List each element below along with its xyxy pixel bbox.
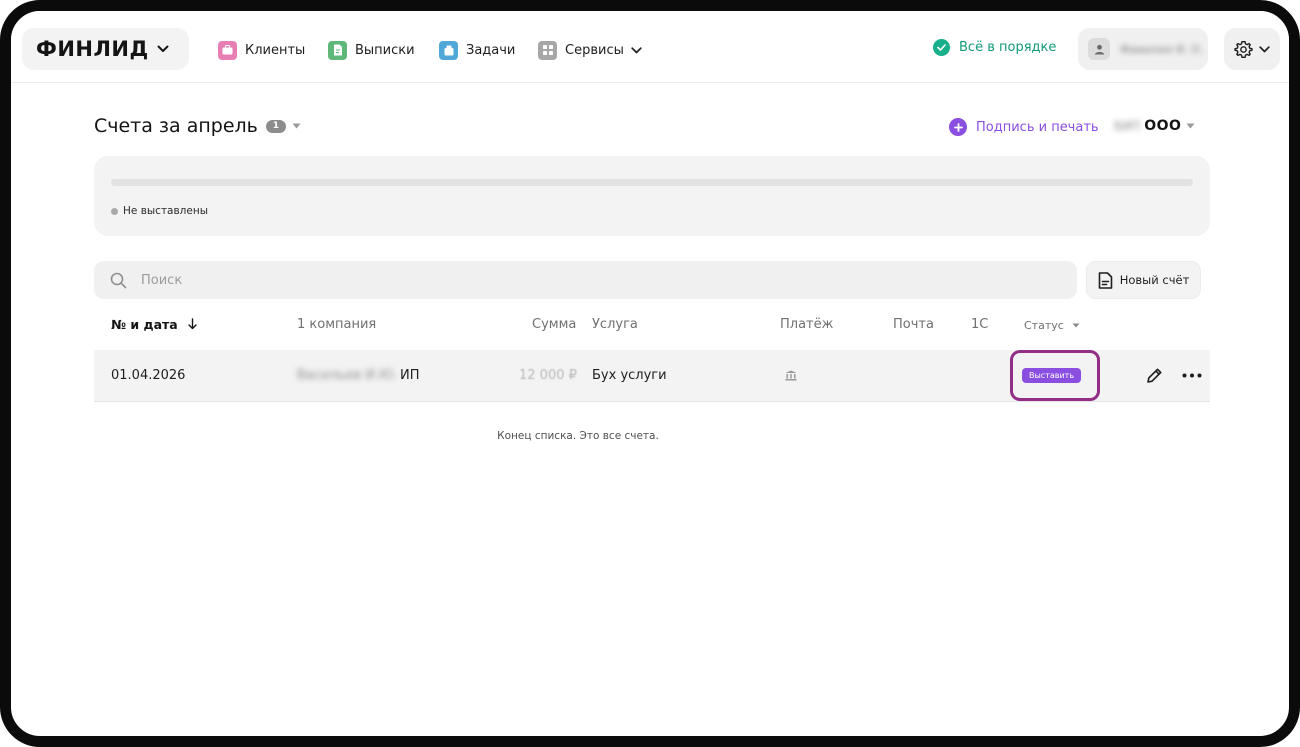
sign-and-stamp-button[interactable]: Подпись и печать	[949, 118, 1099, 136]
column-header-label: Статус	[1024, 319, 1064, 332]
new-invoice-label: Новый счёт	[1119, 273, 1190, 287]
tasks-icon	[439, 40, 458, 60]
user-menu[interactable]: Фамилия И. О.	[1078, 28, 1208, 70]
system-status-label: Всё в порядке	[959, 40, 1057, 55]
organization-name: ООО	[1144, 118, 1182, 134]
caret-down-icon	[1072, 323, 1080, 328]
column-header-company[interactable]: 1 компания	[297, 317, 376, 332]
top-navigation-bar: ФИНЛИД Клиенты Выписки Задачи Сервисы Вс…	[11, 11, 1289, 83]
column-header-service[interactable]: Услуга	[592, 317, 638, 332]
column-header-1c[interactable]: 1С	[971, 317, 988, 332]
document-icon	[328, 40, 347, 60]
arrow-down-icon	[188, 318, 197, 330]
nav-item-statements[interactable]: Выписки	[328, 39, 415, 61]
nav-item-services[interactable]: Сервисы	[538, 39, 642, 61]
sign-and-stamp-label: Подпись и печать	[976, 119, 1099, 135]
table-row[interactable]: 01.04.2026 Васильев И.Ю. ИП 12 000 ₽ Бух…	[94, 350, 1210, 402]
settings-menu[interactable]	[1224, 28, 1280, 70]
new-invoice-button[interactable]: Новый счёт	[1086, 261, 1201, 299]
caret-down-icon	[1186, 123, 1195, 129]
legend-dot	[111, 207, 118, 215]
pencil-icon[interactable]	[1146, 367, 1163, 384]
briefcase-icon	[218, 40, 237, 60]
nav-label: Выписки	[355, 42, 415, 58]
nav-label: Клиенты	[245, 42, 306, 58]
search-input[interactable]	[141, 272, 1041, 288]
caret-down-icon	[292, 123, 301, 129]
app-window: ФИНЛИД Клиенты Выписки Задачи Сервисы Вс…	[0, 0, 1300, 747]
user-avatar-icon	[1088, 38, 1110, 60]
legend-not-issued: Не выставлены	[111, 205, 208, 217]
client-name: Васильев И.Ю.	[297, 368, 398, 383]
invoice-date: 01.04.2026	[111, 368, 186, 383]
column-header-payment[interactable]: Платёж	[780, 317, 833, 332]
legend-label: Не выставлены	[123, 205, 209, 217]
page-title: Счета за апрель	[94, 115, 258, 137]
page-title-group[interactable]: Счета за апрель 1	[94, 115, 301, 137]
gear-icon	[1234, 40, 1253, 58]
nav-item-clients[interactable]: Клиенты	[218, 39, 305, 61]
organization-selector[interactable]: БИП ООО	[1114, 118, 1195, 134]
brand-menu[interactable]: ФИНЛИД	[22, 28, 189, 70]
column-header-number-date[interactable]: № и дата	[111, 317, 197, 332]
chevron-down-icon	[1259, 45, 1270, 52]
chevron-down-icon	[631, 46, 642, 53]
nav-item-tasks[interactable]: Задачи	[439, 39, 515, 61]
grid-icon	[538, 40, 557, 60]
more-options-icon[interactable]	[1182, 373, 1202, 378]
count-badge: 1	[265, 119, 286, 133]
client-type: ИП	[400, 368, 420, 383]
chevron-down-icon	[157, 45, 169, 52]
column-header-status[interactable]: Статус	[1024, 319, 1080, 332]
system-status[interactable]: Всё в порядке	[933, 39, 1056, 56]
user-name: Фамилия И. О.	[1120, 42, 1204, 56]
invoice-amount: 12 000 ₽	[519, 368, 577, 383]
invoice-summary-card: Не выставлены	[94, 156, 1210, 236]
service-name: Бух услуги	[592, 368, 667, 383]
column-header-amount[interactable]: Сумма	[532, 317, 576, 332]
end-of-list-note: Конец списка. Это все счета.	[497, 430, 659, 442]
issue-invoice-button[interactable]: Выставить	[1022, 368, 1082, 383]
status-progress-bar	[111, 179, 1193, 186]
column-header-label: № и дата	[111, 317, 178, 332]
new-document-icon	[1098, 271, 1113, 289]
nav-label: Задачи	[466, 42, 516, 58]
bank-icon	[785, 370, 797, 381]
search-bar[interactable]	[94, 261, 1077, 299]
brand-logo: ФИНЛИД	[36, 37, 149, 61]
organization-prefix: БИП	[1114, 119, 1141, 133]
check-circle-icon	[933, 39, 950, 56]
plus-circle-icon	[949, 118, 967, 136]
column-header-mail[interactable]: Почта	[893, 317, 934, 332]
nav-label: Сервисы	[565, 42, 624, 58]
search-icon	[110, 272, 127, 288]
